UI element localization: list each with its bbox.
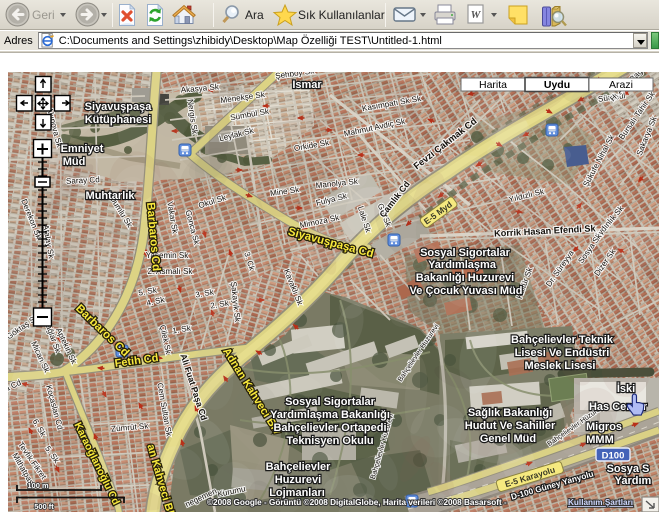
svg-text:Sosyal Sigortalar: Sosyal Sigortalar	[285, 396, 376, 408]
svg-text:Ismar: Ismar	[292, 79, 322, 91]
svg-text:Yardım: Yardım	[615, 475, 652, 487]
svg-text:Uydu: Uydu	[544, 79, 570, 91]
svg-text:Siyavuşpaşa: Siyavuşpaşa	[85, 101, 153, 113]
svg-text:Kullanım Şartları: Kullanım Şartları	[568, 498, 633, 507]
svg-text:Muhtarlık: Muhtarlık	[86, 190, 136, 202]
svg-text:Yardımlaşma: Yardımlaşma	[428, 259, 497, 271]
svg-text:Saray Cd: Saray Cd	[66, 175, 100, 186]
svg-text:©2008 Google - Görüntü ©2008 D: ©2008 Google - Görüntü ©2008 DigitalGlob…	[207, 498, 507, 507]
svg-text:Yardımlaşma Bakanlığı: Yardımlaşma Bakanlığı	[270, 409, 390, 421]
svg-text:MMM: MMM	[586, 434, 614, 446]
svg-text:Bahçelievler: Bahçelievler	[266, 461, 332, 473]
svg-text:Ve Çocuk Yuvası Müd: Ve Çocuk Yuvası Müd	[410, 285, 523, 297]
svg-text:Sosya S: Sosya S	[607, 463, 650, 475]
svg-text:Kütüphanesi: Kütüphanesi	[85, 114, 152, 126]
svg-text:Bahçelievler Ortapedi: Bahçelievler Ortapedi	[273, 422, 386, 434]
svg-text:Bakanlığı Huzurevi: Bakanlığı Huzurevi	[416, 272, 514, 284]
svg-text:Hudut Ve Sahiller: Hudut Ve Sahiller	[465, 420, 556, 432]
svg-text:İski: İski	[617, 382, 635, 395]
svg-text:Genel Müd: Genel Müd	[480, 433, 536, 445]
svg-text:Harita: Harita	[479, 79, 507, 91]
svg-text:500 ft: 500 ft	[34, 502, 54, 511]
svg-text:Huzurevi: Huzurevi	[275, 474, 321, 486]
svg-text:W: W	[471, 9, 482, 21]
svg-text:Sağlık Bakanlığı: Sağlık Bakanlığı	[468, 407, 552, 419]
svg-text:D100: D100	[602, 451, 625, 462]
svg-text:Müd: Müd	[63, 156, 86, 168]
svg-text:Arazi: Arazi	[609, 79, 633, 91]
svg-text:Migros: Migros	[586, 421, 622, 433]
svg-text:Bahçelievler Teknik: Bahçelievler Teknik	[511, 334, 614, 346]
svg-text:Lisesi Ve Endüstri: Lisesi Ve Endüstri	[515, 347, 610, 359]
svg-text:Emniyet: Emniyet	[61, 143, 104, 155]
svg-text:Teknisyen Okulu: Teknisyen Okulu	[286, 435, 373, 447]
svg-text:100 m: 100 m	[27, 481, 49, 490]
svg-text:Sosyal Sigortalar: Sosyal Sigortalar	[420, 247, 511, 259]
svg-text:Meslek Lisesi: Meslek Lisesi	[525, 360, 596, 372]
